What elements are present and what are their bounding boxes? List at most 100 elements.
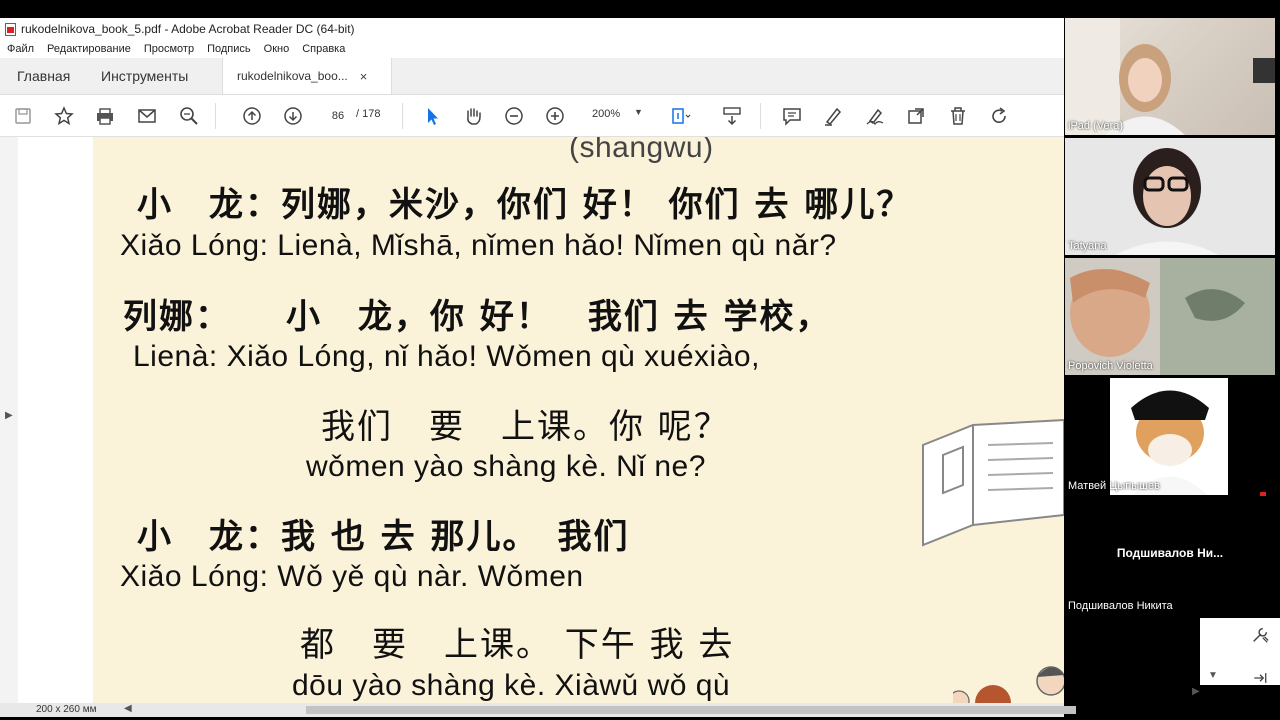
star-icon: [54, 106, 74, 126]
bookmark-button[interactable]: [51, 103, 77, 129]
video-participants-panel: iPad (Vera) Tatyana Popovich Violetta Ма…: [1064, 18, 1280, 618]
scroll-mode-button[interactable]: [719, 103, 745, 129]
title-bar: rukodelnikova_book_5.pdf - Adobe Acrobat…: [0, 18, 1064, 40]
fit-page-button[interactable]: [667, 103, 693, 129]
acrobat-window: rukodelnikova_book_5.pdf - Adobe Acrobat…: [0, 18, 1076, 717]
scroll-down-icon[interactable]: ▼: [1208, 670, 1218, 681]
participant-tile[interactable]: Popovich Violetta: [1065, 258, 1275, 375]
dialogue-line-2-pinyin: Lienà: Xiǎo Lóng, nǐ hǎo! Wǒmen qù xuéxi…: [133, 340, 760, 373]
document-viewport[interactable]: ▶ (shangwu) 小 龙：列娜，米沙，你们 好！ 你们 去 哪儿？ Xiǎ…: [0, 137, 1064, 703]
menu-sign[interactable]: Подпись: [207, 43, 251, 55]
tab-document-label: rukodelnikova_boo...: [237, 69, 348, 83]
previous-page-button[interactable]: [239, 103, 265, 129]
menu-help[interactable]: Справка: [302, 43, 345, 55]
toolbar-separator: [215, 103, 216, 129]
tab-close-button[interactable]: ×: [360, 69, 368, 84]
highlight-button[interactable]: [820, 103, 846, 129]
select-tool-button[interactable]: [419, 103, 445, 129]
envelope-icon: [138, 109, 156, 123]
dialogue-line-4-hanzi: 小 龙：我 也 去 那儿。 我们: [137, 517, 630, 557]
participant-name: Матвей Цыпышев: [1068, 480, 1160, 492]
dialogue-line-4-pinyin: Xiǎo Lóng: Wǒ yě qù nàr. Wǒmen: [120, 560, 584, 593]
left-pane[interactable]: ▶: [0, 137, 19, 703]
tab-document[interactable]: rukodelnikova_boo... ×: [222, 58, 392, 94]
scroll-right-icon[interactable]: ▶: [1192, 686, 1200, 697]
share-icon: [908, 108, 924, 124]
delete-button[interactable]: [945, 103, 971, 129]
page-number-input[interactable]: 86: [322, 105, 354, 127]
status-bar: 200 x 260 мм ◀: [0, 703, 1076, 717]
dialogue-line-1-hanzi: 小 龙：列娜，米沙，你们 好！ 你们 去 哪儿？: [137, 185, 913, 225]
fit-page-icon: [672, 108, 691, 124]
comment-button[interactable]: [779, 103, 805, 129]
toolbar: 86 / 178 200% ▼: [0, 95, 1064, 137]
search-button[interactable]: [176, 103, 202, 129]
cursor-arrow-icon: [428, 108, 438, 125]
participant-video: [1065, 18, 1275, 135]
tab-home[interactable]: Главная: [17, 58, 70, 94]
dialogue-line-5-hanzi: 都 要 上课。 下午 我 去: [300, 625, 735, 665]
toolbar-separator: [402, 103, 403, 129]
comment-icon: [783, 108, 801, 126]
scroll-left-icon[interactable]: ◀: [124, 703, 132, 714]
zoom-level[interactable]: 200%: [592, 108, 620, 120]
save-icon: [15, 108, 31, 124]
print-button[interactable]: [92, 103, 118, 129]
hand-tool-button[interactable]: [460, 103, 486, 129]
participant-video: [1065, 378, 1275, 495]
participant-name: iPad (Vera): [1068, 120, 1124, 132]
children-illustration: [953, 666, 1064, 703]
dialogue-line-1-pinyin: Xiǎo Lóng: Lienà, Mǐshā, nǐmen hǎo! Nǐme…: [120, 229, 837, 262]
toolbar-separator: [760, 103, 761, 129]
printer-icon: [97, 108, 113, 125]
zoom-in-button[interactable]: [542, 103, 568, 129]
signature-icon: [866, 108, 884, 126]
tools-icon: [1253, 627, 1269, 643]
search-icon: [180, 107, 198, 125]
participant-video: [1070, 258, 1275, 375]
zoom-out-button[interactable]: [501, 103, 527, 129]
rotate-icon: [992, 107, 1006, 123]
menu-view[interactable]: Просмотр: [144, 43, 194, 55]
page-top-pinyin: (shangwu): [569, 137, 714, 164]
sign-button[interactable]: [862, 103, 888, 129]
rotate-button[interactable]: [986, 103, 1012, 129]
tools-pane-button[interactable]: [1249, 624, 1271, 646]
mute-indicator-icon: [1260, 492, 1266, 496]
zoom-dropdown-icon[interactable]: ▼: [634, 107, 643, 117]
collapse-right-icon: [1254, 673, 1267, 683]
hand-icon: [467, 108, 481, 125]
participant-placeholder-name: Подшивалов Ни...: [1116, 546, 1224, 560]
scroll-mode-icon: [723, 107, 741, 126]
tab-tools[interactable]: Инструменты: [101, 58, 188, 94]
page-size-label: 200 x 260 мм: [36, 704, 97, 715]
expand-left-pane-icon[interactable]: ▶: [5, 410, 13, 421]
plus-circle-icon: [546, 107, 564, 125]
menu-edit[interactable]: Редактирование: [47, 43, 131, 55]
page-total: / 178: [356, 108, 381, 120]
horizontal-scrollbar-thumb[interactable]: [306, 706, 1076, 714]
trash-icon: [951, 107, 965, 125]
participant-name: Tatyana: [1068, 240, 1107, 252]
participant-name: Popovich Violetta: [1068, 360, 1153, 372]
arrow-down-circle-icon: [284, 107, 302, 125]
screen-top-bar: [0, 0, 1280, 18]
participant-name: Подшивалов Никита: [1068, 600, 1173, 612]
pdf-page: (shangwu) 小 龙：列娜，米沙，你们 好！ 你们 去 哪儿？ Xiǎo …: [93, 137, 1064, 703]
menu-file[interactable]: Файл: [7, 43, 34, 55]
participant-tile[interactable]: Tatyana: [1065, 138, 1275, 255]
dialogue-line-2-hanzi: 列娜： 小 龙，你 好！ 我们 去 学校，: [123, 297, 832, 337]
email-button[interactable]: [134, 103, 160, 129]
participant-tile[interactable]: iPad (Vera): [1065, 18, 1275, 135]
next-page-button[interactable]: [280, 103, 306, 129]
share-button[interactable]: [903, 103, 929, 129]
tab-bar: Главная Инструменты rukodelnikova_boo...…: [0, 58, 1064, 95]
collapse-pane-button[interactable]: [1249, 667, 1271, 689]
arrow-up-circle-icon: [243, 107, 261, 125]
save-button[interactable]: [10, 103, 36, 129]
participant-video: [1115, 148, 1219, 255]
participant-tile[interactable]: Подшивалов Ни... Подшивалов Никита: [1065, 498, 1275, 615]
participant-tile[interactable]: Матвей Цыпышев: [1065, 378, 1275, 495]
menu-window[interactable]: Окно: [264, 43, 290, 55]
minus-circle-icon: [505, 107, 523, 125]
